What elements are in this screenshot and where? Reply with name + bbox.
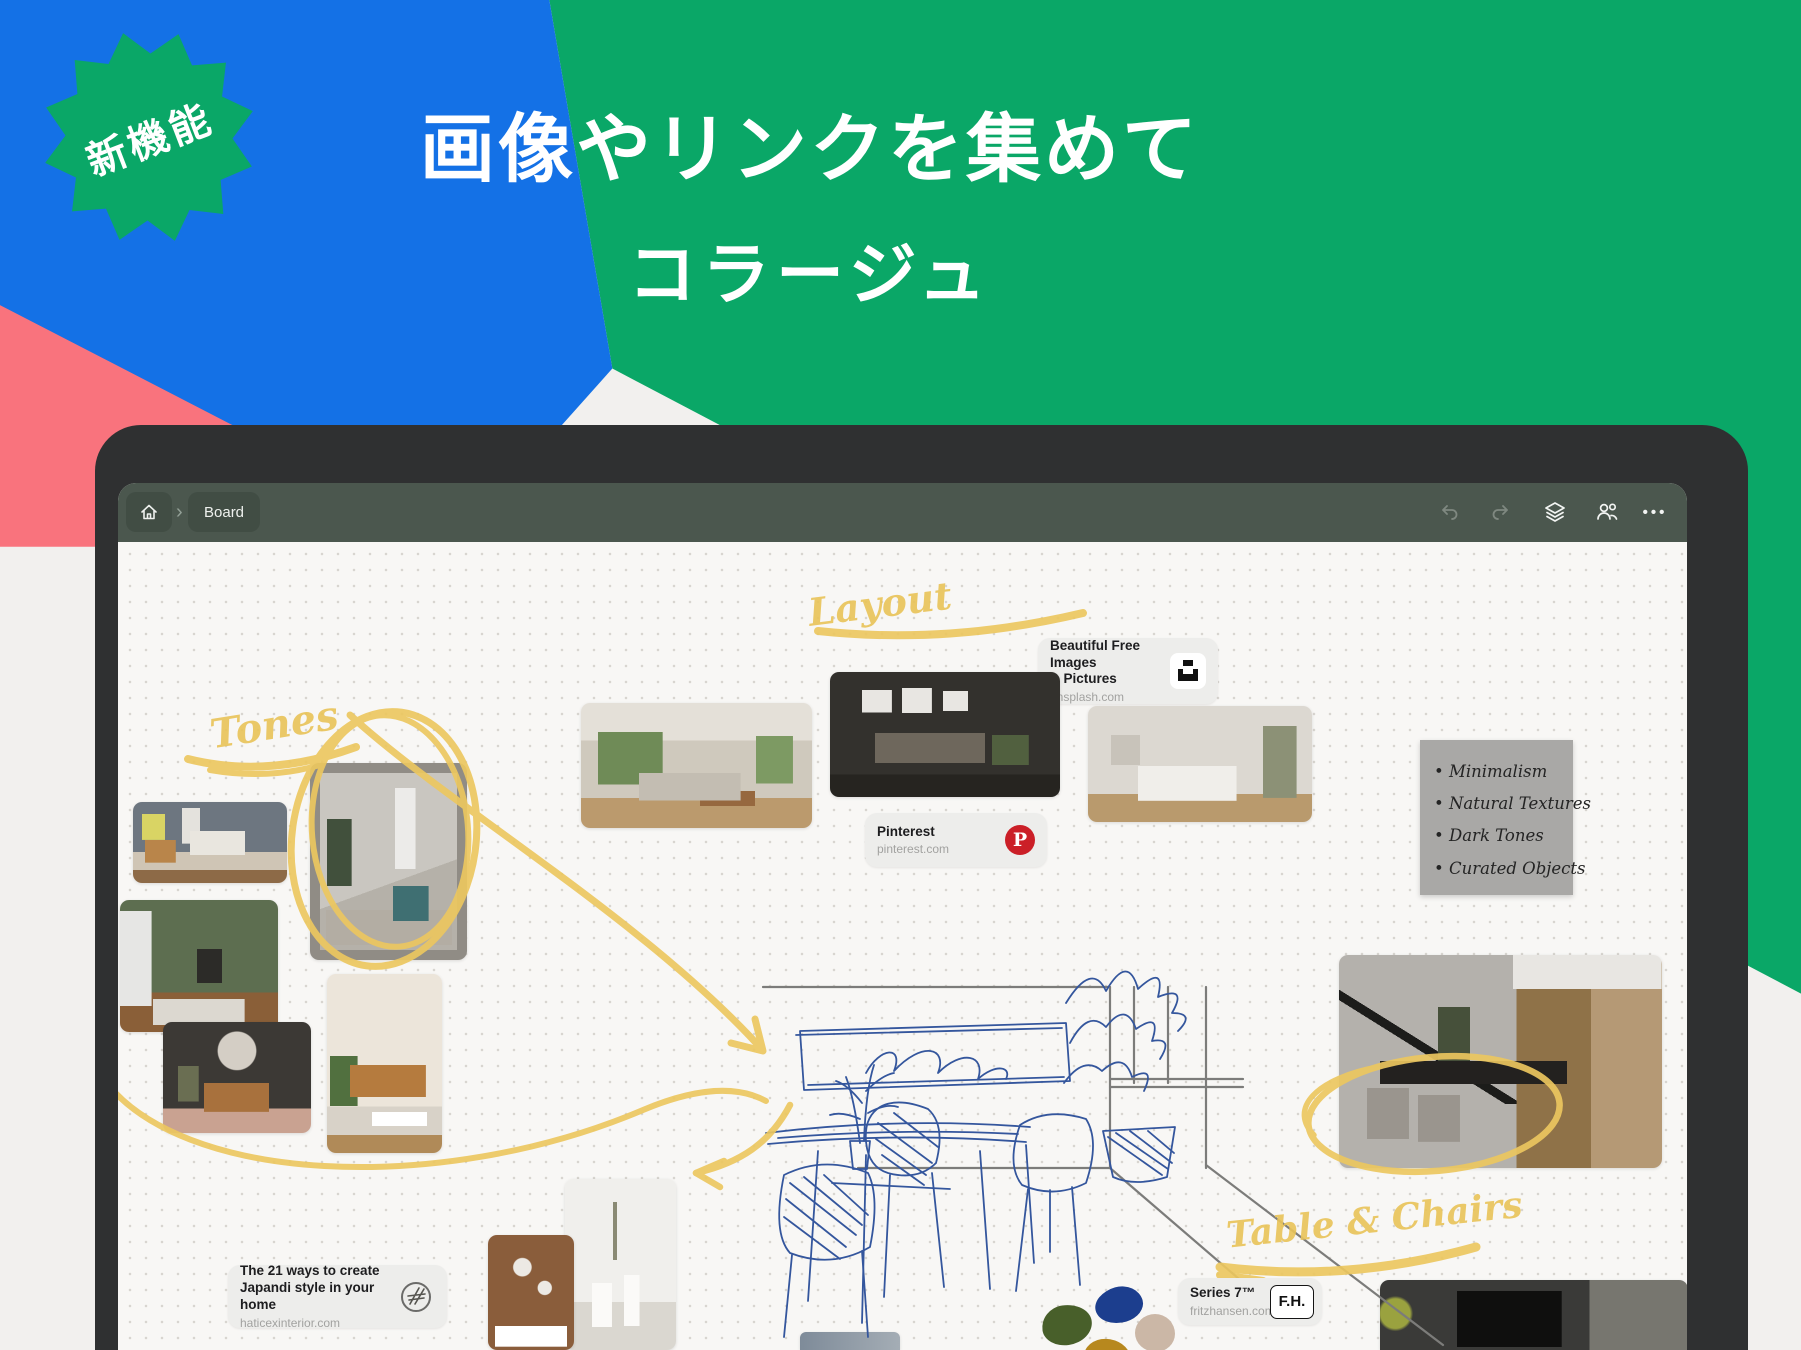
sticky-note-item: Curated Objects bbox=[1434, 853, 1563, 885]
sticky-note[interactable]: Minimalism Natural Textures Dark Tones C… bbox=[1420, 740, 1573, 895]
photo-blue-sofa-edge[interactable] bbox=[800, 1332, 900, 1350]
redo-button[interactable] bbox=[1481, 492, 1521, 532]
photo-dining-room[interactable] bbox=[1339, 955, 1662, 1168]
new-feature-badge-label: 新機能 bbox=[77, 86, 221, 187]
paint-swatch-beige[interactable] bbox=[1135, 1314, 1175, 1350]
link-card-series7[interactable]: Series 7™ fritzhansen.com F.H. bbox=[1178, 1278, 1322, 1325]
photo-bedroom[interactable] bbox=[1088, 706, 1312, 822]
japandi-card-domain: haticexinterior.com bbox=[240, 1316, 389, 1330]
sticky-note-item: Natural Textures bbox=[1434, 788, 1563, 820]
unsplash-icon bbox=[1170, 653, 1206, 689]
app-toolbar: › Board bbox=[118, 483, 1687, 542]
breadcrumb-board[interactable]: Board bbox=[188, 492, 260, 532]
collaborators-button[interactable] bbox=[1587, 492, 1627, 532]
hero-title: 画像やリンクを集めて コラージュ bbox=[340, 88, 1280, 318]
app-screen: Tones Layout Table & Chairs bbox=[118, 483, 1687, 1350]
photo-green-office[interactable] bbox=[120, 900, 278, 1032]
breadcrumb-chevron: › bbox=[176, 492, 183, 532]
photo-dark-mirror-room[interactable] bbox=[163, 1022, 311, 1133]
photo-gray-living-room[interactable] bbox=[133, 802, 287, 883]
sticky-note-item: Dark Tones bbox=[1434, 820, 1563, 852]
hero-title-line1: 画像やリンクを集めて bbox=[340, 88, 1280, 197]
more-icon: ••• bbox=[1643, 504, 1668, 521]
home-icon bbox=[139, 502, 159, 522]
more-button[interactable]: ••• bbox=[1635, 492, 1675, 532]
home-button[interactable] bbox=[126, 492, 172, 532]
link-card-japandi[interactable]: The 21 ways to create Japandi style in y… bbox=[228, 1265, 447, 1328]
link-card-unsplash[interactable]: Beautiful Free Images & Pictures unsplas… bbox=[1038, 638, 1218, 704]
unsplash-card-title: Beautiful Free Images & Pictures bbox=[1050, 638, 1160, 689]
unsplash-card-domain: unsplash.com bbox=[1050, 690, 1160, 704]
undo-button[interactable] bbox=[1429, 492, 1469, 532]
sticky-note-list: Minimalism Natural Textures Dark Tones C… bbox=[1434, 756, 1563, 885]
pinterest-card-title: Pinterest bbox=[877, 824, 995, 841]
photo-tan-sofa-room[interactable] bbox=[327, 974, 442, 1153]
sticky-note-item: Minimalism bbox=[1434, 756, 1563, 788]
undo-icon bbox=[1438, 501, 1460, 523]
link-card-pinterest[interactable]: Pinterest pinterest.com P bbox=[865, 813, 1047, 867]
photo-staircase-mirror[interactable] bbox=[310, 763, 467, 960]
fritz-hansen-icon: F.H. bbox=[1270, 1285, 1314, 1319]
hero-title-line2: コラージュ bbox=[340, 219, 1280, 318]
japandi-card-title: The 21 ways to create Japandi style in y… bbox=[240, 1263, 389, 1314]
photo-wide-living-room[interactable] bbox=[581, 703, 812, 828]
pinterest-icon: P bbox=[1005, 825, 1035, 855]
series7-card-domain: fritzhansen.com bbox=[1190, 1304, 1260, 1318]
layers-button[interactable] bbox=[1535, 492, 1575, 532]
photo-white-vases[interactable] bbox=[565, 1179, 676, 1350]
photo-black-chair[interactable] bbox=[1380, 1280, 1687, 1350]
photo-pegboard-flowers[interactable] bbox=[488, 1235, 574, 1350]
tablet-frame: Tones Layout Table & Chairs bbox=[95, 425, 1748, 1350]
haticexinterior-icon bbox=[397, 1278, 435, 1316]
collaborators-icon bbox=[1594, 500, 1620, 524]
series7-card-title: Series 7™ bbox=[1190, 1285, 1260, 1302]
photo-dark-living-room[interactable] bbox=[830, 672, 1060, 797]
layers-icon bbox=[1543, 500, 1567, 524]
hero-stage: 新機能 画像やリンクを集めて コラージュ bbox=[0, 0, 1801, 1350]
pinterest-card-domain: pinterest.com bbox=[877, 842, 995, 856]
redo-icon bbox=[1490, 501, 1512, 523]
